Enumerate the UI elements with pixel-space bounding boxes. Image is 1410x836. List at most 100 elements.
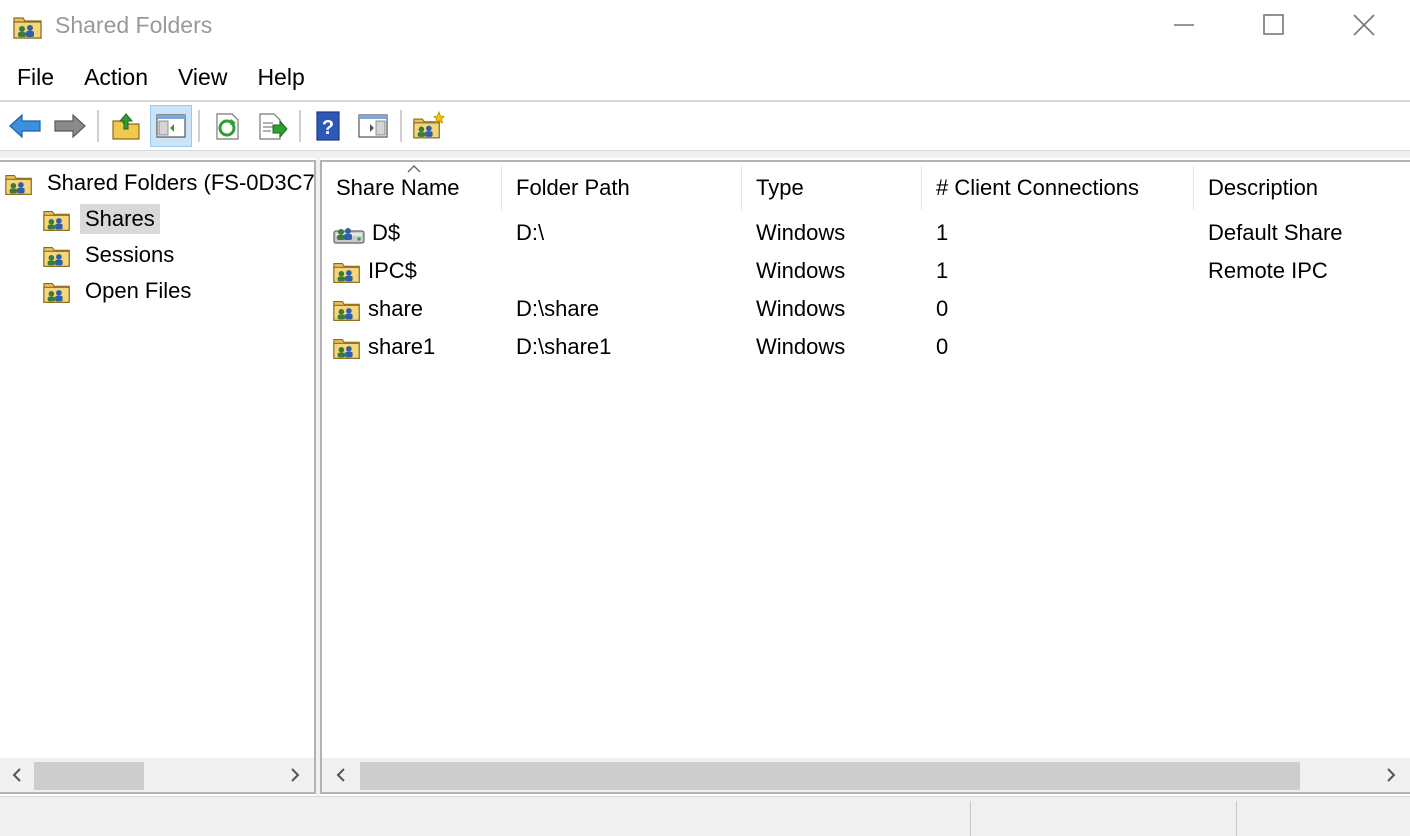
chevron-left-icon <box>12 768 21 782</box>
column-header-client-connections[interactable]: # Client Connections <box>922 162 1194 214</box>
tree-item-sessions[interactable]: Sessions <box>42 240 179 270</box>
title-bar: Shared Folders <box>0 0 1410 52</box>
show-hide-action-pane-icon <box>358 114 388 138</box>
share-name-text: D$ <box>372 220 401 245</box>
status-separator <box>1236 801 1237 836</box>
scroll-right-button[interactable] <box>1374 758 1408 792</box>
toolbar-separator <box>97 110 99 142</box>
tree-item-label: Sessions <box>85 242 175 267</box>
shared-folder-icon <box>4 169 34 197</box>
cell-share-name: D$ <box>332 214 400 252</box>
cell-type: Windows <box>756 296 846 321</box>
help-button[interactable]: ? <box>307 105 349 147</box>
list-row-d-share[interactable]: D$ D:\ Windows 1 Default Share <box>322 214 1410 252</box>
share-name-text: share1 <box>368 334 436 359</box>
menu-help[interactable]: Help <box>242 60 319 95</box>
chevron-left-icon <box>336 768 345 782</box>
toolbar: ? <box>0 102 1410 150</box>
sort-ascending-icon <box>407 165 421 173</box>
new-share-button[interactable] <box>408 105 450 147</box>
new-share-icon <box>413 111 445 139</box>
tree-item-label: Open Files <box>85 278 192 303</box>
scroll-left-button[interactable] <box>324 758 358 792</box>
scrollbar-thumb[interactable] <box>360 762 1300 790</box>
console-tree-pane: Shared Folders (FS-0D3C7 Shares Sessions… <box>0 160 316 794</box>
refresh-button[interactable] <box>206 105 248 147</box>
cell-client-connections: 0 <box>936 334 949 359</box>
window-title: Shared Folders <box>55 12 213 38</box>
tree-item-open-files[interactable]: Open Files <box>42 276 196 306</box>
toolbar-separator <box>198 110 200 142</box>
share-name-text: IPC$ <box>368 258 417 283</box>
cell-share-name: share <box>332 290 423 328</box>
refresh-icon <box>216 113 239 140</box>
cell-share-name: IPC$ <box>332 252 417 290</box>
cell-client-connections: 1 <box>936 258 949 283</box>
column-header-label: # Client Connections <box>936 175 1140 200</box>
list-row-ipc-share[interactable]: IPC$ Windows 1 Remote IPC <box>322 252 1410 290</box>
column-header-share-name[interactable]: Share Name <box>322 162 500 214</box>
column-header-label: Type <box>756 175 804 200</box>
cell-type: Windows <box>756 334 846 359</box>
minimize-button[interactable] <box>1138 0 1230 50</box>
export-list-button[interactable] <box>251 105 293 147</box>
forward-button[interactable] <box>49 105 91 147</box>
cell-type: Windows <box>756 220 846 245</box>
cell-description: Remote IPC <box>1208 258 1328 283</box>
tree-item-shares[interactable]: Shares <box>42 204 160 234</box>
cell-folder-path: D:\share1 <box>516 334 612 359</box>
status-separator <box>970 801 971 836</box>
maximize-icon <box>1263 14 1284 35</box>
minimize-icon <box>1174 24 1194 26</box>
maximize-button[interactable] <box>1228 0 1320 50</box>
menu-bar: File Action View Help <box>0 56 1410 98</box>
cell-share-name: share1 <box>332 328 435 366</box>
export-list-icon <box>259 113 288 140</box>
show-hide-console-tree-button[interactable] <box>150 105 192 147</box>
shared-folder-icon <box>42 205 72 233</box>
svg-text:?: ? <box>322 117 334 139</box>
tree-root-shared-folders[interactable]: Shared Folders (FS-0D3C7 <box>4 168 320 198</box>
list-horizontal-scrollbar[interactable] <box>322 758 1410 792</box>
scroll-left-button[interactable] <box>0 758 34 792</box>
column-header-label: Share Name <box>336 175 460 200</box>
cell-client-connections: 0 <box>936 296 949 321</box>
toolbar-separator <box>299 110 301 142</box>
column-header-description[interactable]: Description <box>1194 162 1410 214</box>
menu-file[interactable]: File <box>2 60 69 95</box>
back-button[interactable] <box>4 105 46 147</box>
results-pane: Share Name Folder Path Type # Client Con… <box>320 160 1410 794</box>
show-hide-action-pane-button[interactable] <box>352 105 394 147</box>
cell-client-connections: 1 <box>936 220 949 245</box>
column-header-label: Description <box>1208 175 1319 200</box>
cell-folder-path: D:\ <box>516 220 545 245</box>
tree-horizontal-scrollbar[interactable] <box>0 758 314 792</box>
up-one-level-button[interactable] <box>105 105 147 147</box>
cell-description: Default Share <box>1208 220 1343 245</box>
menu-action[interactable]: Action <box>69 60 163 95</box>
share-name-text: share <box>368 296 424 321</box>
shared-folder-icon <box>12 12 44 40</box>
chevron-right-icon <box>291 768 300 782</box>
status-bar <box>0 796 1410 836</box>
close-button[interactable] <box>1318 0 1410 50</box>
show-hide-tree-icon <box>156 114 186 138</box>
list-row-share[interactable]: share D:\share Windows 0 <box>322 290 1410 328</box>
scrollbar-thumb[interactable] <box>34 762 144 790</box>
cell-folder-path: D:\share <box>516 296 600 321</box>
help-icon: ? <box>316 111 340 141</box>
scroll-right-button[interactable] <box>278 758 312 792</box>
column-header-type[interactable]: Type <box>742 162 922 214</box>
tree-root-label: Shared Folders (FS-0D3C7 <box>47 170 315 195</box>
shared-folder-icon <box>42 241 72 269</box>
drive-share-icon <box>332 219 366 247</box>
back-arrow-icon <box>9 113 41 139</box>
forward-arrow-icon <box>54 113 86 139</box>
shared-folder-icon <box>332 295 362 323</box>
list-row-share1[interactable]: share1 D:\share1 Windows 0 <box>322 328 1410 366</box>
menu-view[interactable]: View <box>163 60 242 95</box>
column-header-folder-path[interactable]: Folder Path <box>502 162 742 214</box>
tree-item-label: Shares <box>80 204 160 234</box>
shared-folder-icon <box>332 333 362 361</box>
close-icon <box>1353 14 1375 36</box>
